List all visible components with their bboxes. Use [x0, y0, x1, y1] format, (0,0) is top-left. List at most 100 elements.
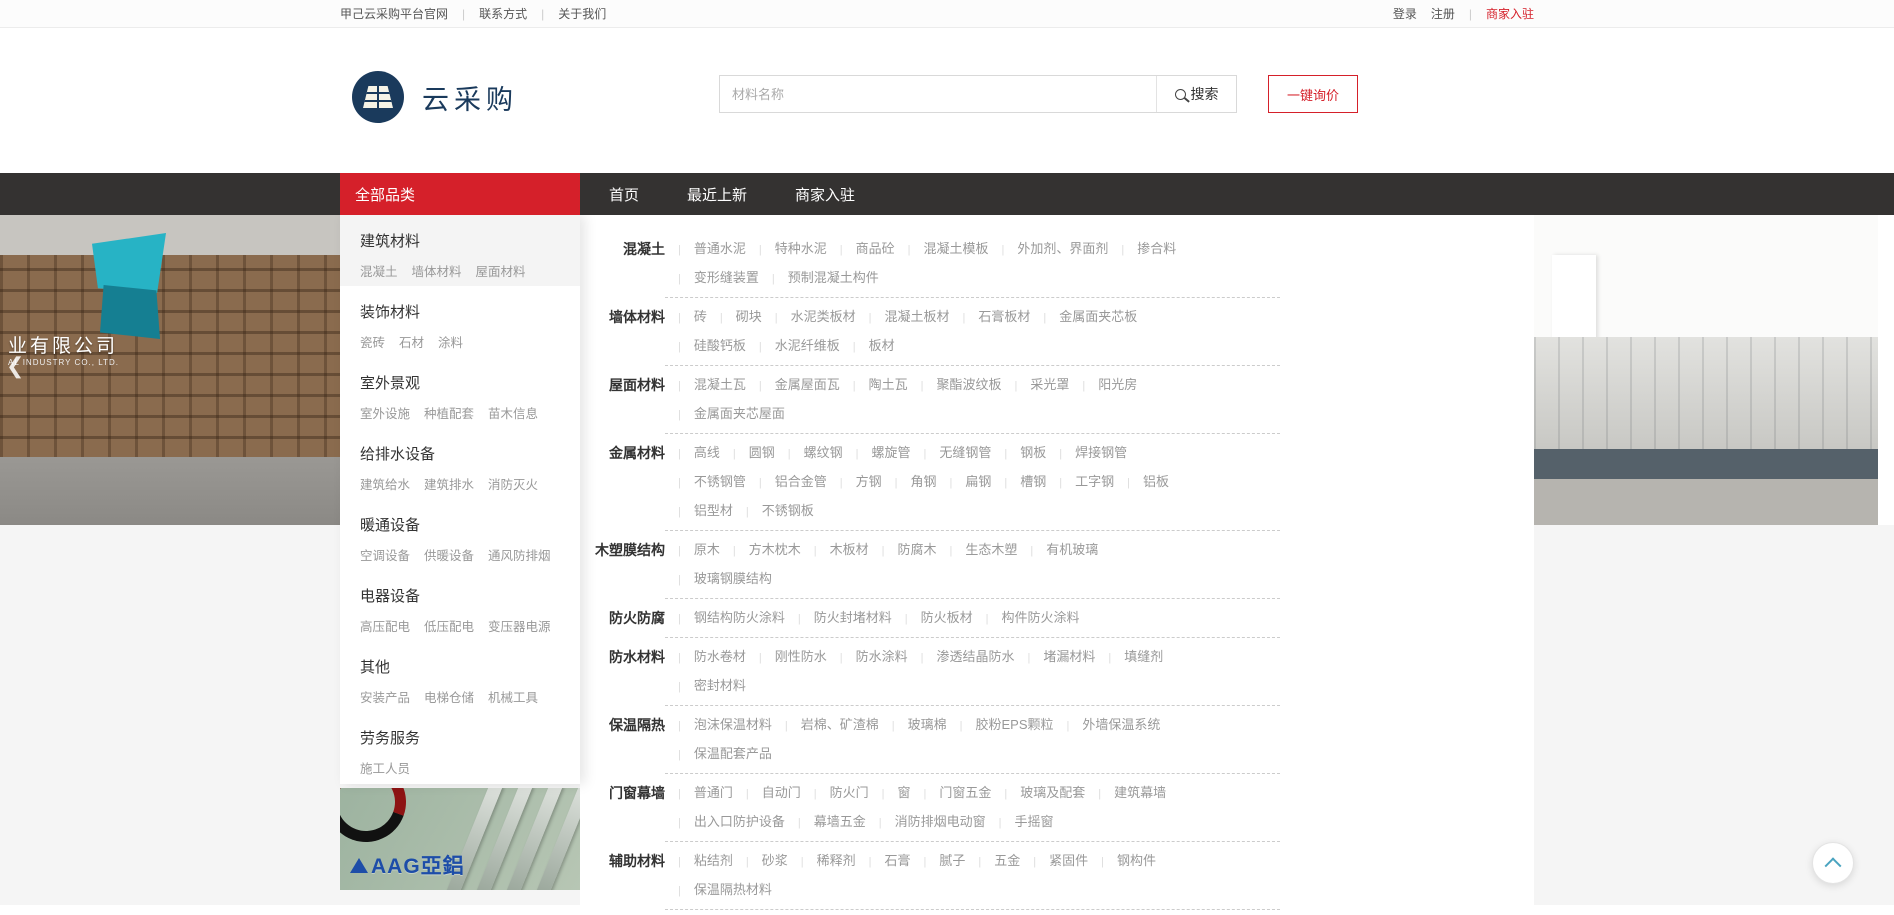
mega-link[interactable]: 刚性防水: [775, 649, 827, 664]
mega-link[interactable]: 构件防火涂料: [1001, 610, 1079, 625]
sidebar-sub-link[interactable]: 屋面材料: [476, 261, 526, 280]
mega-link[interactable]: 消防排烟电动窗: [895, 814, 986, 829]
mega-link[interactable]: 防水涂料: [856, 649, 908, 664]
mega-link[interactable]: 商品砼: [856, 241, 895, 256]
mega-link[interactable]: 石膏: [884, 853, 910, 868]
mega-link[interactable]: 方木枕木: [749, 542, 801, 557]
sidebar-category[interactable]: 室外景观室外设施种植配套苗木信息: [340, 357, 580, 428]
mega-link[interactable]: 钢构件: [1117, 853, 1156, 868]
mega-link[interactable]: 外墙保温系统: [1082, 717, 1160, 732]
mega-link[interactable]: 原木: [694, 542, 720, 557]
mega-link[interactable]: 聚酯波纹板: [936, 377, 1001, 392]
mega-link[interactable]: 门窗五金: [939, 785, 991, 800]
mega-link[interactable]: 腻子: [939, 853, 965, 868]
mega-link[interactable]: 预制混凝土构件: [788, 270, 879, 285]
mega-link[interactable]: 普通门: [694, 785, 733, 800]
nav-item[interactable]: 商家入驻: [771, 173, 879, 215]
mega-link[interactable]: 堵漏材料: [1043, 649, 1095, 664]
mega-link[interactable]: 普通水泥: [694, 241, 746, 256]
mega-link[interactable]: 掺合料: [1137, 241, 1176, 256]
all-categories-button[interactable]: 全部品类: [340, 173, 580, 215]
sidebar-sub-link[interactable]: 石材: [399, 332, 424, 351]
sidebar-category[interactable]: 给排水设备建筑给水建筑排水消防灭火: [340, 428, 580, 499]
sidebar-sub-link[interactable]: 机械工具: [488, 687, 538, 706]
sidebar-category[interactable]: 暖通设备空调设备供暖设备通风防排烟: [340, 499, 580, 570]
mega-row-label[interactable]: 防火防腐: [580, 604, 665, 643]
sidebar-category[interactable]: 劳务服务施工人员: [340, 712, 580, 783]
register-link[interactable]: 注册: [1431, 5, 1455, 22]
mega-link[interactable]: 螺纹钢: [804, 445, 843, 460]
mega-link[interactable]: 阳光房: [1098, 377, 1137, 392]
sidebar-sub-link[interactable]: 消防灭火: [488, 474, 538, 493]
sidebar-sub-link[interactable]: 涂料: [438, 332, 463, 351]
sidebar-sub-link[interactable]: 混凝土: [360, 261, 398, 280]
mega-link[interactable]: 玻璃棉: [908, 717, 947, 732]
sidebar-sub-link[interactable]: 建筑排水: [424, 474, 474, 493]
sidebar-sub-link[interactable]: 种植配套: [424, 403, 474, 422]
carousel-prev-icon[interactable]: ❮: [6, 353, 24, 379]
mega-link[interactable]: 角钢: [910, 474, 936, 489]
search-input[interactable]: [720, 76, 1156, 112]
mega-link[interactable]: 玻璃及配套: [1020, 785, 1085, 800]
mega-link[interactable]: 不锈钢管: [694, 474, 746, 489]
banner-slide-right[interactable]: [1534, 215, 1878, 525]
mega-link[interactable]: 保温隔热材料: [694, 882, 772, 897]
mega-link[interactable]: 木板材: [830, 542, 869, 557]
mega-link[interactable]: 金属面夹芯板: [1059, 309, 1137, 324]
mega-link[interactable]: 幕墙五金: [814, 814, 866, 829]
mega-link[interactable]: 特种水泥: [775, 241, 827, 256]
mega-link[interactable]: 砌块: [736, 309, 762, 324]
mega-link[interactable]: 填缝剂: [1124, 649, 1163, 664]
mega-link[interactable]: 方钢: [856, 474, 882, 489]
mega-link[interactable]: 泡沫保温材料: [694, 717, 772, 732]
mega-link[interactable]: 水泥类板材: [791, 309, 856, 324]
mega-link[interactable]: 砖: [694, 309, 707, 324]
mega-link[interactable]: 窗: [897, 785, 910, 800]
mega-link[interactable]: 钢板: [1020, 445, 1046, 460]
mega-link[interactable]: 五金: [994, 853, 1020, 868]
mega-link[interactable]: 粘结剂: [694, 853, 733, 868]
sidebar-sub-link[interactable]: 墙体材料: [412, 261, 462, 280]
mega-link[interactable]: 无缝钢管: [939, 445, 991, 460]
mega-link[interactable]: 有机玻璃: [1046, 542, 1098, 557]
mega-row-label[interactable]: 木塑膜结构: [580, 536, 665, 604]
sidebar-sub-link[interactable]: 室外设施: [360, 403, 410, 422]
mega-link[interactable]: 工字钢: [1075, 474, 1114, 489]
mega-row-label[interactable]: 防水材料: [580, 643, 665, 711]
mega-link[interactable]: 螺旋管: [871, 445, 910, 460]
mega-link[interactable]: 生态木塑: [965, 542, 1017, 557]
mega-link[interactable]: 出入口防护设备: [694, 814, 785, 829]
merchant-join-link[interactable]: 商家入驻: [1486, 5, 1534, 22]
mega-link[interactable]: 硅酸钙板: [694, 338, 746, 353]
sidebar-sub-link[interactable]: 安装产品: [360, 687, 410, 706]
mega-row-label[interactable]: 混凝土: [580, 235, 665, 303]
mega-link[interactable]: 不锈钢板: [762, 503, 814, 518]
mega-link[interactable]: 板材: [869, 338, 895, 353]
sidebar-sub-link[interactable]: 变压器电源: [488, 616, 551, 635]
topbar-link[interactable]: 甲己云采购平台官网: [340, 5, 448, 22]
sidebar-category[interactable]: 其他安装产品电梯仓储机械工具: [340, 641, 580, 712]
mega-row-label[interactable]: 墙体材料: [580, 303, 665, 371]
sidebar-sub-link[interactable]: 空调设备: [360, 545, 410, 564]
banner-slide-left[interactable]: 业有限公司 AL INDUSTRY CO., LTD.: [0, 215, 340, 525]
mega-row-label[interactable]: 保温隔热: [580, 711, 665, 779]
mega-link[interactable]: 混凝土板材: [884, 309, 949, 324]
mega-link[interactable]: 钢结构防火涂料: [694, 610, 785, 625]
logo[interactable]: 云采购: [352, 71, 518, 123]
sidebar-category[interactable]: 电器设备高压配电低压配电变压器电源: [340, 570, 580, 641]
mega-link[interactable]: 防水卷材: [694, 649, 746, 664]
topbar-link[interactable]: 关于我们: [558, 5, 606, 22]
sidebar-sub-link[interactable]: 施工人员: [360, 758, 410, 777]
mega-link[interactable]: 玻璃钢膜结构: [694, 571, 772, 586]
login-link[interactable]: 登录: [1393, 5, 1417, 22]
mega-link[interactable]: 保温配套产品: [694, 746, 772, 761]
mega-link[interactable]: 金属屋面瓦: [775, 377, 840, 392]
sidebar-sub-link[interactable]: 瓷砖: [360, 332, 385, 351]
mega-link[interactable]: 稀释剂: [817, 853, 856, 868]
sidebar-category[interactable]: 装饰材料瓷砖石材涂料: [340, 286, 580, 357]
mega-link[interactable]: 铝型材: [694, 503, 733, 518]
mega-link[interactable]: 混凝土瓦: [694, 377, 746, 392]
mega-link[interactable]: 变形缝装置: [694, 270, 759, 285]
sidebar-sub-link[interactable]: 高压配电: [360, 616, 410, 635]
mega-link[interactable]: 水泥纤维板: [775, 338, 840, 353]
